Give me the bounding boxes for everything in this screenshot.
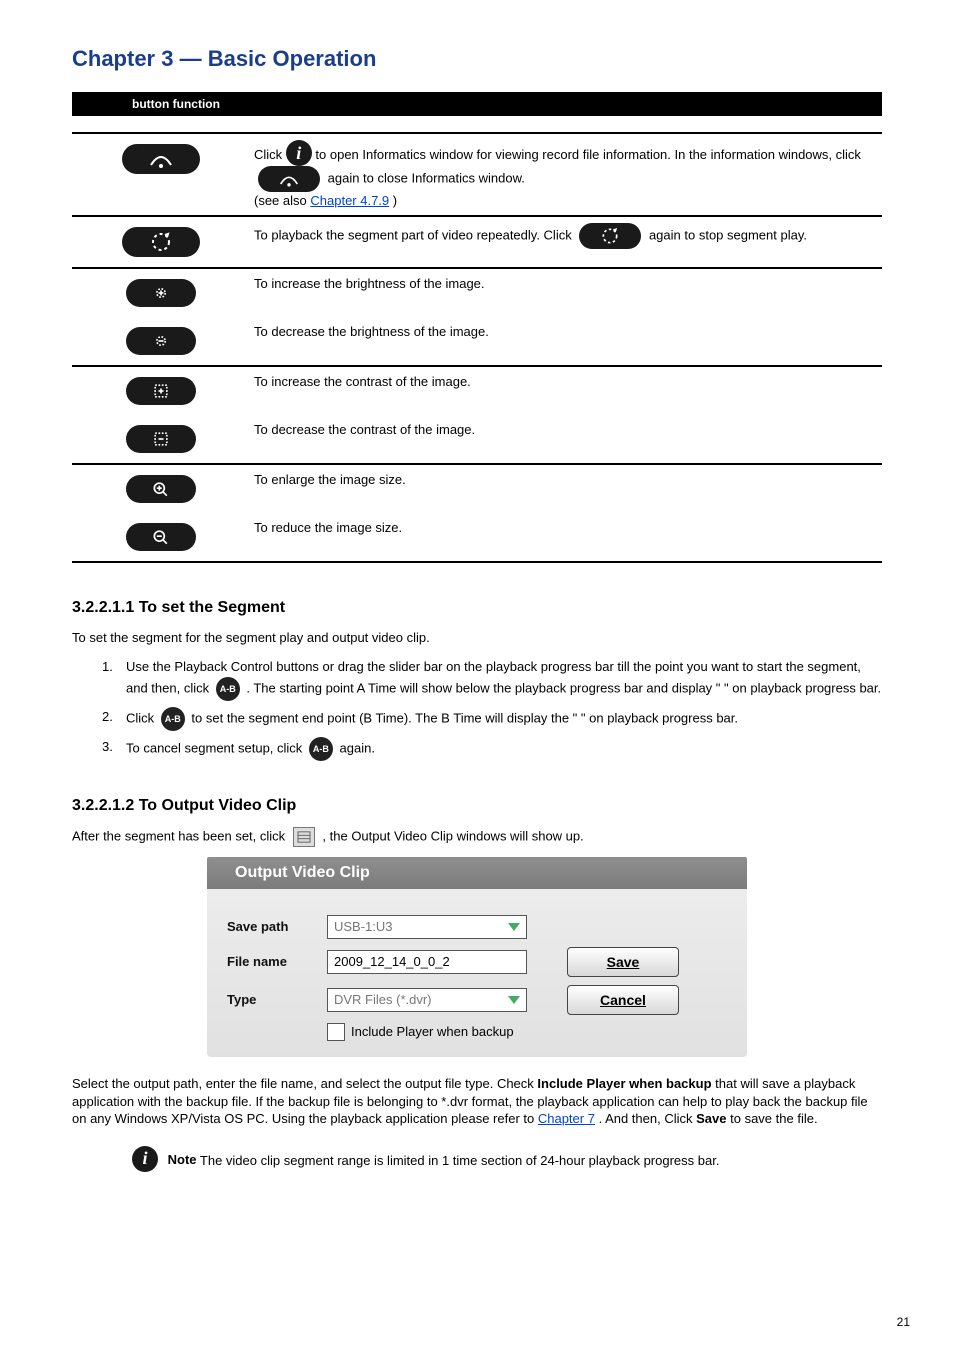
desc-text: To reduce the image size. [254,520,402,535]
include-player-label: Include Player when backup [351,1023,514,1041]
desc-text: to open Informatics window for viewing r… [315,147,861,162]
desc-text: Click [254,147,286,162]
informatics-button-icon [122,144,200,174]
contrast-minus-icon [126,425,196,453]
table-row: To decrease the brightness of the image. [72,317,882,366]
desc-text: To increase the brightness of the image. [254,276,485,291]
note-block: i Note The video clip segment range is l… [132,1146,882,1172]
desc-text: To enlarge the image size. [254,472,406,487]
contrast-plus-icon [126,377,196,405]
step-text: . The starting point A Time will show be… [246,681,720,696]
brightness-plus-icon [126,279,196,307]
table-row: Click i to open Informatics window for v… [72,133,882,217]
info-icon: i [286,140,312,166]
step-number: 3. [102,737,126,758]
output-text: , the Output Video Clip windows will sho… [322,828,583,843]
ab-icon: A-B [161,707,185,731]
output-intro: After the segment has been set, click , … [72,827,882,847]
desc-text: To playback the segment part of video re… [254,228,575,243]
save-path-select[interactable]: USB-1:U3 [327,915,527,939]
table-row: To playback the segment part of video re… [72,216,882,268]
info-icon: i [132,1146,158,1172]
button-function-table: Click i to open Informatics window for v… [72,132,882,564]
zoom-in-icon [126,475,196,503]
output-footer: Select the output path, enter the file n… [72,1075,882,1128]
output-text: Select the output path, enter the file n… [72,1076,537,1091]
desc-text: again to stop segment play. [649,228,807,243]
section-heading-segment: 3.2.2.1.1 To set the Segment [72,597,882,619]
desc-text: ) [393,193,397,208]
see-also-link[interactable]: Chapter 4.7.9 [310,193,389,208]
table-row: To enlarge the image size. [72,464,882,513]
output-text: . And then, Click [599,1111,697,1126]
list-item: 3. To cancel segment setup, click A-B ag… [102,737,882,761]
section-heading-output: 3.2.2.1.2 To Output Video Clip [72,795,882,817]
note-label: Note [168,1152,197,1167]
step-number: 2. [102,707,126,728]
informatics-button-icon-inline [258,166,320,192]
include-player-checkbox[interactable] [327,1023,345,1041]
page-title: Chapter 3 — Basic Operation [72,44,882,74]
dialog-title: Output Video Clip [207,857,747,889]
segment-intro: To set the segment for the segment play … [72,629,882,647]
brightness-minus-icon [126,327,196,355]
table-header-bar: button function [72,92,882,116]
table-row: To increase the contrast of the image. [72,366,882,415]
chapter-7-link[interactable]: Chapter 7 [538,1111,595,1126]
ab-icon: A-B [309,737,333,761]
output-text-save: Save [696,1111,726,1126]
type-select[interactable]: DVR Files (*.dvr) [327,988,527,1012]
type-label: Type [227,991,327,1009]
output-clip-icon [293,827,315,847]
list-item: 1. Use the Playback Control buttons or d… [102,657,882,702]
step-text: again. [340,741,375,756]
file-name-label: File name [227,953,327,971]
step-text: Click [126,711,158,726]
page-number: 21 [897,1314,910,1330]
chevron-down-icon [508,923,520,931]
output-video-clip-dialog: Output Video Clip Save path USB-1:U3 Fil… [207,857,747,1057]
ab-icon: A-B [216,677,240,701]
desc-text: (see also [254,193,310,208]
output-text-bold: Include Player when backup [537,1076,711,1091]
desc-text: To decrease the contrast of the image. [254,422,475,437]
chevron-down-icon [508,996,520,1004]
table-row: To decrease the contrast of the image. [72,415,882,464]
desc-text: To decrease the brightness of the image. [254,324,489,339]
segment-steps: 1. Use the Playback Control buttons or d… [102,657,882,762]
file-name-field[interactable]: 2009_12_14_0_0_2 [327,950,527,974]
step-text: to set the segment end point (B Time). T… [191,711,577,726]
step-text: To cancel segment setup, click [126,741,306,756]
type-value: DVR Files (*.dvr) [334,991,432,1009]
save-path-label: Save path [227,918,327,936]
output-text: After the segment has been set, click [72,828,289,843]
cancel-button[interactable]: Cancel [567,985,679,1015]
list-item: 2. Click A-B to set the segment end poin… [102,707,882,731]
desc-text: again to close Informatics window. [328,170,525,185]
save-path-value: USB-1:U3 [334,918,393,936]
output-text: to save the file. [730,1111,817,1126]
table-row: To increase the brightness of the image. [72,268,882,317]
table-row: To reduce the image size. [72,513,882,562]
step-text: " on playback progress bar. [581,711,738,726]
save-button[interactable]: Save [567,947,679,977]
segment-play-icon [122,227,200,257]
desc-text: To increase the contrast of the image. [254,374,471,389]
zoom-out-icon [126,523,196,551]
step-text: " on playback progress bar. [724,681,881,696]
note-body: The video clip segment range is limited … [200,1152,720,1167]
segment-play-icon-inline [579,223,641,249]
step-number: 1. [102,657,126,678]
file-name-value: 2009_12_14_0_0_2 [334,953,450,971]
